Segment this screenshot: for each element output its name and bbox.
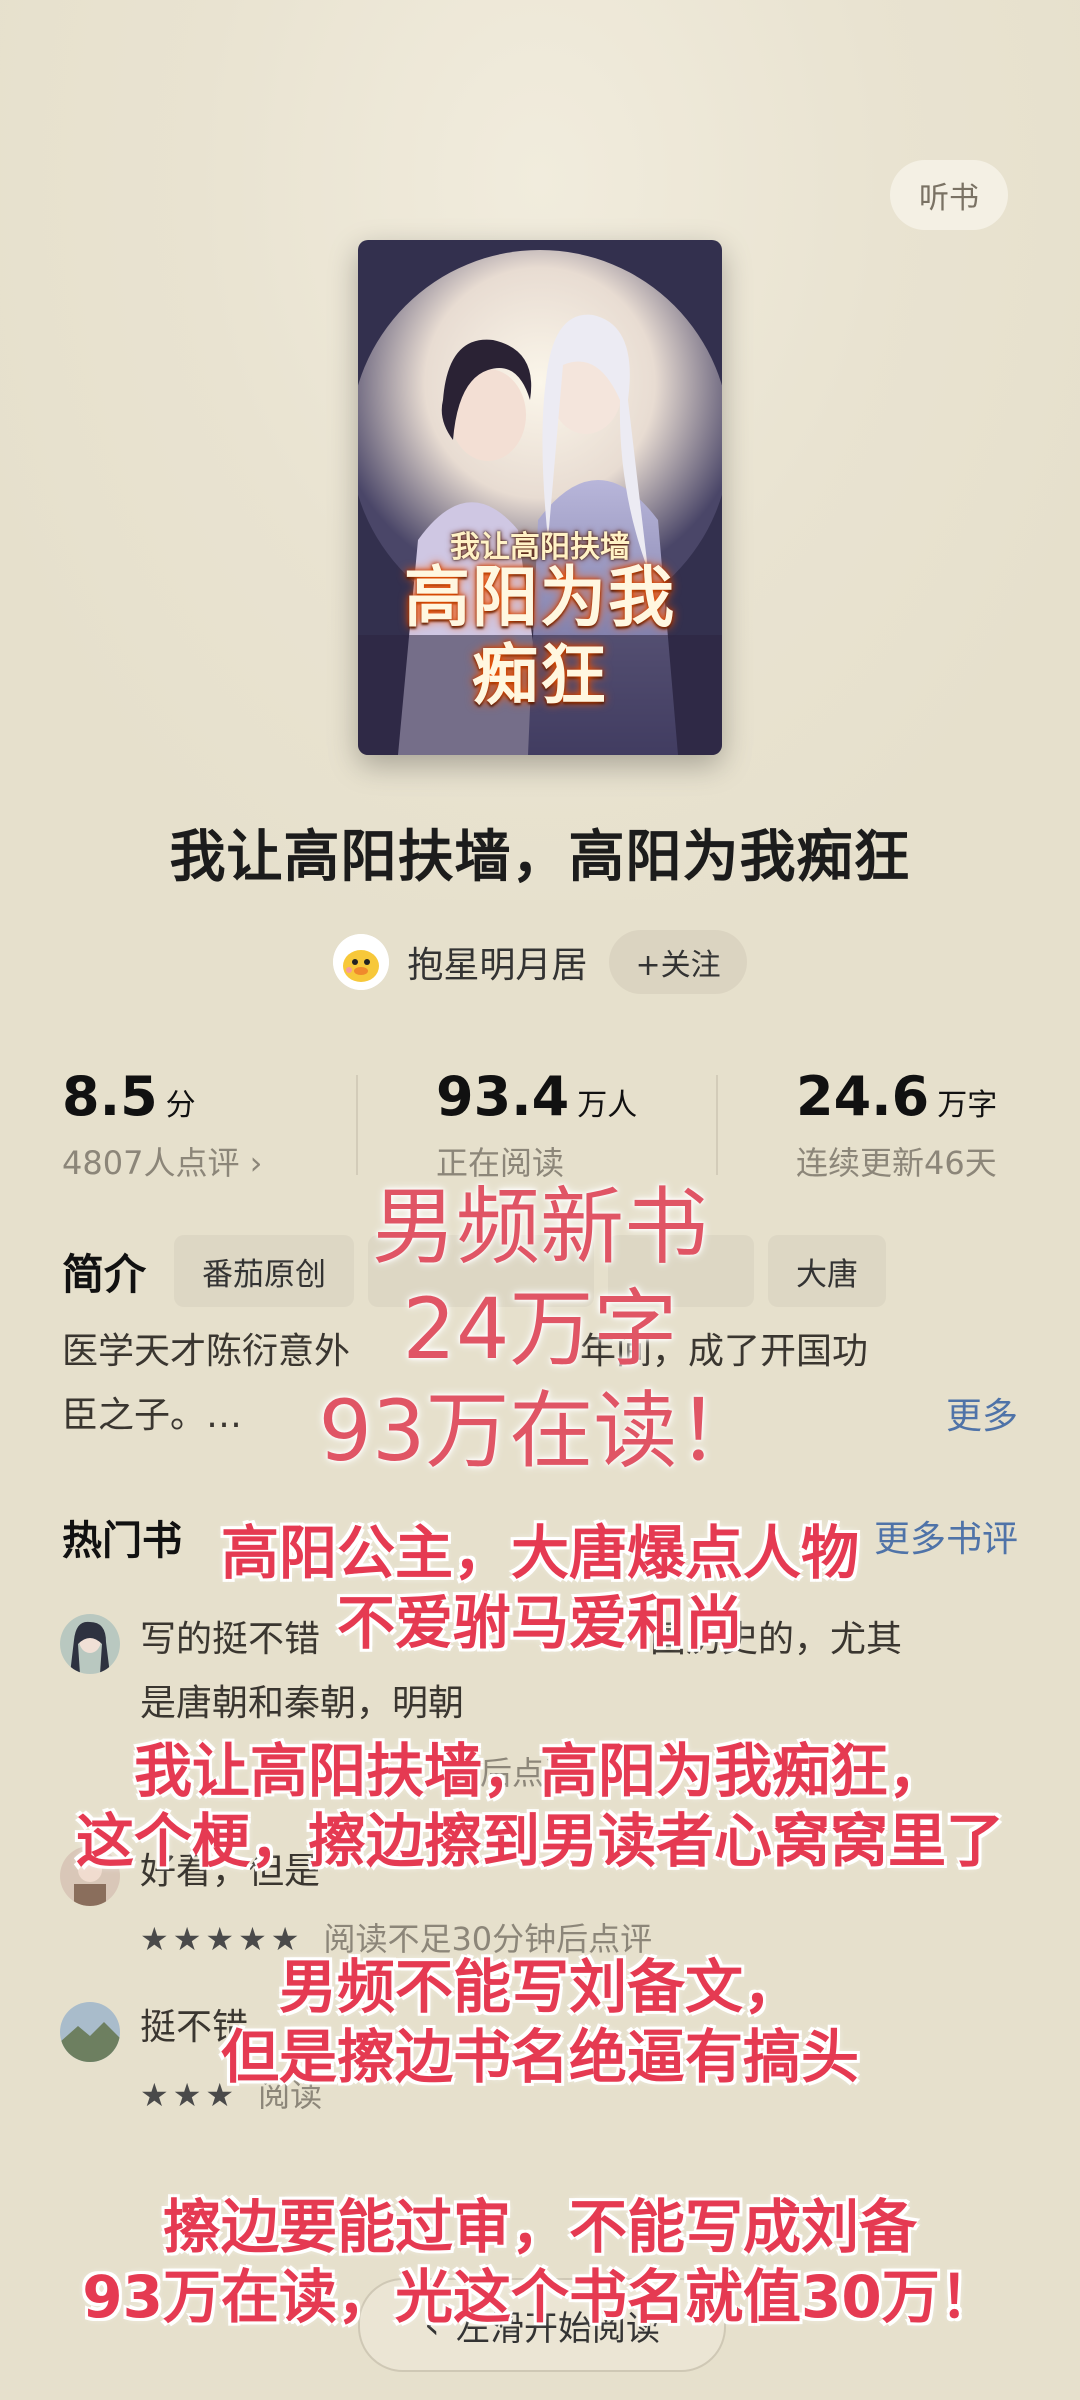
stat-divider [356, 1075, 358, 1175]
hot-reviews-title: 热门书 [62, 1518, 182, 1564]
intro-line1-start: 医学天才陈衍意外 [62, 1331, 351, 1372]
author-avatar[interactable] [333, 934, 390, 990]
intro-text[interactable]: 医学天才陈衍意外 年间，成了开国功 臣之子。… [62, 1320, 1022, 1448]
readers-value: 93.4 [436, 1065, 570, 1128]
review-item[interactable]: 写的挺不错 国历史的，尤其 是唐朝和秦朝，明朝 后点评 [60, 1608, 1020, 1808]
review-meta: ★★★ 阅读 [140, 2070, 322, 2116]
review-text-line2: 是唐朝和秦朝，明朝 [140, 1683, 465, 1724]
reviewer-avatar [60, 1846, 120, 1906]
review-item[interactable]: 好看，但是 ★★★★★ 阅读不足30分钟后点评 [60, 1840, 1020, 1970]
reviewer-portrait-icon [60, 1846, 120, 1906]
review-meta: 后点评 [480, 1754, 577, 1792]
cover-title-line1: 高阳为我 [404, 558, 676, 636]
tag[interactable] [608, 1235, 755, 1307]
intro-line1-end: 年间，成了开国功 [580, 1331, 869, 1372]
review-item[interactable]: 挺不错 ★★★ 阅读 [60, 1996, 1020, 2126]
review-meta-text: 阅读 [258, 2076, 323, 2114]
chevron-left-icon: ‹ [424, 2302, 440, 2348]
intro-line2: 臣之子。… [62, 1395, 243, 1436]
review-meta-text: 阅读不足30分钟后点评 [323, 1920, 653, 1958]
author-name[interactable]: 抱星明月居 [407, 936, 587, 988]
tag[interactable]: 大唐 [768, 1235, 887, 1307]
book-cover[interactable]: 我让高阳扶墙 高阳为我 痴狂 [358, 240, 722, 755]
update-streak: 连续更新46天 [796, 1144, 997, 1182]
score-unit: 分 [165, 1088, 196, 1123]
score-value: 8.5 [62, 1065, 158, 1128]
follow-button[interactable]: +关注 [609, 930, 747, 994]
author-row: 抱星明月居 +关注 [0, 930, 1080, 994]
intro-more-link[interactable]: 更多 [946, 1387, 1018, 1439]
star-rating: ★★★★★ [140, 1920, 304, 1958]
landscape-avatar-icon [60, 2002, 120, 2062]
tag[interactable] [368, 1235, 595, 1307]
readers-unit: 万人 [577, 1088, 638, 1123]
start-reading-label: 左滑开始阅读 [456, 2308, 660, 2349]
review-text-start: 写的挺不错 [140, 1619, 321, 1660]
stat-divider [716, 1075, 718, 1175]
stat-words: 24.6 万字 连续更新46天 [796, 1065, 1080, 1184]
start-reading-button[interactable]: ‹ 左滑开始阅读 [358, 2278, 726, 2372]
intro-header: 简介 番茄原创 大唐 [62, 1235, 900, 1307]
stats-row: 8.5 分 4807人点评 › 93.4 万人 正在阅读 24.6 万字 连续更新46… [0, 1065, 1080, 1195]
review-meta: ★★★★★ 阅读不足30分钟后点评 [140, 1914, 652, 1960]
words-unit: 万字 [937, 1088, 998, 1123]
cover-title: 高阳为我 痴狂 [358, 558, 722, 714]
listen-button[interactable]: 听书 [890, 160, 1008, 230]
review-text-start: 好看，但是 [140, 1851, 321, 1892]
words-value: 24.6 [796, 1065, 930, 1128]
intro-title: 简介 [62, 1249, 147, 1299]
rating-count: 4807人点评 › [62, 1144, 263, 1182]
star-rating: ★★★ [140, 2076, 239, 2114]
reviewer-portrait-icon [60, 1614, 120, 1674]
reviewer-avatar [60, 2002, 120, 2062]
book-title: 我让高阳扶墙，高阳为我痴狂 [169, 825, 911, 890]
overlay-line: 擦边要能过审，不能写成刘备 [162, 2193, 917, 2261]
review-text-start: 挺不错 [140, 2007, 249, 2048]
duck-avatar-icon [333, 934, 390, 990]
tag[interactable]: 番茄原创 [174, 1235, 355, 1307]
stat-score[interactable]: 8.5 分 4807人点评 › [62, 1065, 392, 1184]
more-reviews-link[interactable]: 更多书评 [874, 1510, 1018, 1562]
reviewer-avatar [60, 1614, 120, 1674]
cover-title-line2: 痴狂 [472, 636, 608, 714]
review-text-end: 国历史的，尤其 [650, 1619, 903, 1660]
